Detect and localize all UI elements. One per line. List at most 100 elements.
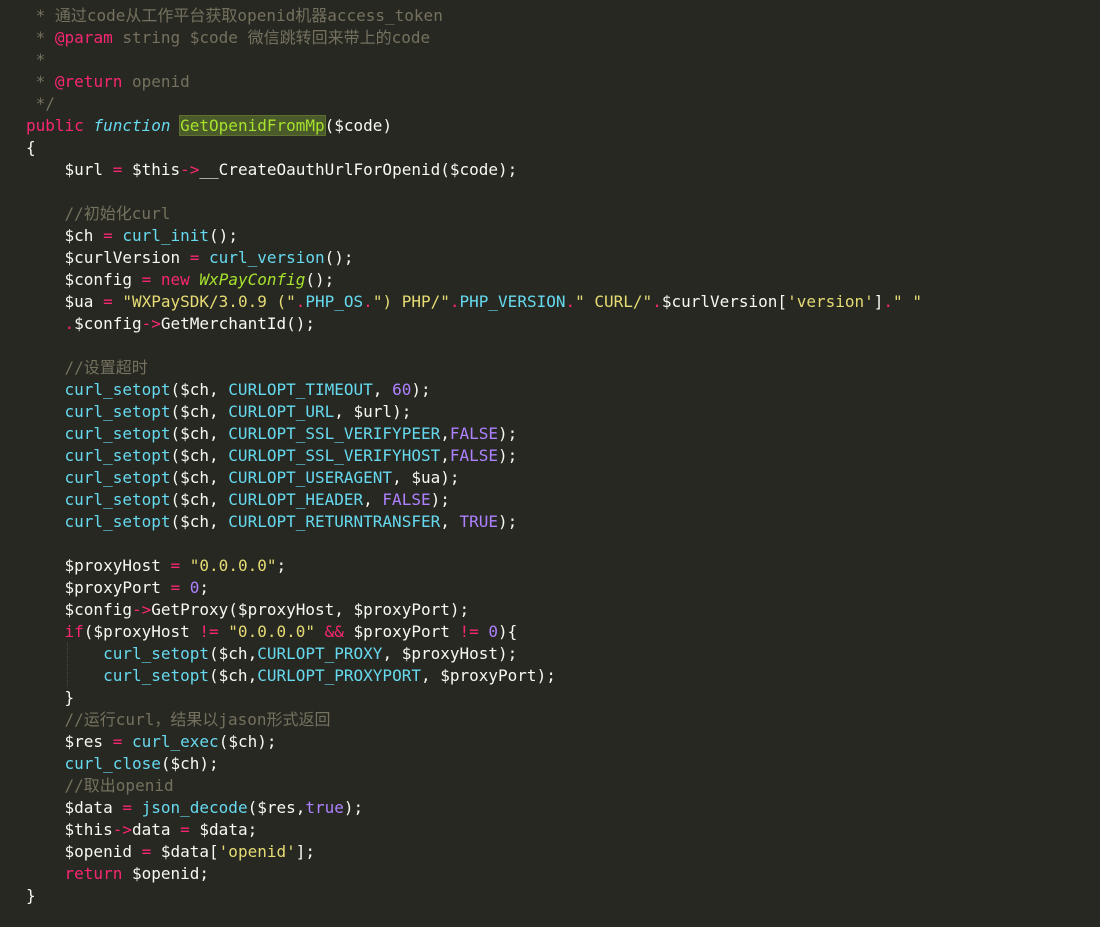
code-line[interactable]: //取出openid (26, 775, 1100, 797)
code-token: . (64, 314, 75, 333)
code-token: = (170, 578, 181, 597)
code-token: CURLOPT_PROXY (257, 644, 383, 663)
code-token: . (295, 292, 306, 311)
code-line[interactable]: } (26, 687, 1100, 709)
code-token: curl_close (64, 754, 161, 773)
code-token: , $url); (334, 402, 412, 421)
code-token: " " (893, 292, 922, 311)
code-line[interactable]: * 通过code从工作平台获取openid机器access_token (26, 5, 1100, 27)
code-token: 0 (189, 578, 200, 597)
code-line[interactable]: $curlVersion = curl_version(); (26, 247, 1100, 269)
code-line[interactable]: //运行curl，结果以jason形式返回 (26, 709, 1100, 731)
code-token: ){ (498, 622, 518, 641)
code-token: = (189, 248, 200, 267)
code-token: $ch (26, 226, 104, 245)
code-line[interactable]: * @param string $code 微信跳转回来带上的code (26, 27, 1100, 49)
code-token: ]; (295, 842, 315, 861)
code-editor[interactable]: * 通过code从工作平台获取openid机器access_token * @p… (0, 0, 1100, 927)
code-line[interactable]: $openid = $data['openid']; (26, 841, 1100, 863)
code-token: . (363, 292, 373, 311)
code-line[interactable] (26, 335, 1100, 357)
code-token: $res (26, 732, 113, 751)
code-token: ($code) (324, 116, 393, 135)
code-line[interactable]: .$config->GetMerchantId(); (26, 313, 1100, 335)
code-token: != (199, 622, 219, 641)
code-token: 60 (392, 380, 412, 399)
code-line[interactable]: * (26, 49, 1100, 71)
code-token: ($ch, (170, 490, 229, 509)
code-line[interactable]: curl_setopt($ch, CURLOPT_TIMEOUT, 60); (26, 379, 1100, 401)
code-line[interactable]: //设置超时 (26, 357, 1100, 379)
code-token: && (324, 622, 344, 641)
code-line[interactable]: if($proxyHost != "0.0.0.0" && $proxyPort… (26, 621, 1100, 643)
code-line[interactable]: curl_setopt($ch, CURLOPT_URL, $url); (26, 401, 1100, 423)
code-token: , $proxyPort); (420, 666, 556, 685)
code-token: ($ch, (209, 666, 258, 685)
code-line[interactable]: curl_setopt($ch,CURLOPT_PROXY, $proxyHos… (26, 643, 1100, 665)
code-token: ($ch, (170, 424, 229, 443)
code-line[interactable]: * @return openid (26, 71, 1100, 93)
code-token: json_decode (141, 798, 248, 817)
code-token: GetOpenidFromMp (179, 115, 326, 136)
code-line[interactable] (26, 533, 1100, 555)
code-token: (); (324, 248, 354, 267)
code-token: CURLOPT_URL (228, 402, 335, 421)
code-line[interactable]: curl_setopt($ch, CURLOPT_USERAGENT, $ua)… (26, 467, 1100, 489)
code-token: @return (54, 72, 123, 91)
code-token: PHP_OS (305, 292, 364, 311)
code-token: , $proxyHost); (382, 644, 518, 663)
code-token: ); (411, 380, 431, 399)
code-token: $openid; (122, 864, 210, 883)
code-token: ($ch, (170, 512, 229, 531)
code-token: ($ch, (170, 402, 229, 421)
code-line[interactable]: $res = curl_exec($ch); (26, 731, 1100, 753)
code-token: function (93, 116, 171, 135)
code-line[interactable]: curl_setopt($ch, CURLOPT_RETURNTRANSFER,… (26, 511, 1100, 533)
code-line[interactable]: return $openid; (26, 863, 1100, 885)
code-line[interactable]: $ua = "WXPaySDK/3.0.9 (".PHP_OS.") PHP/"… (26, 291, 1100, 313)
code-line[interactable]: public function GetOpenidFromMp($code) (26, 115, 1100, 137)
code-token: CURLOPT_HEADER (228, 490, 364, 509)
code-line[interactable]: $ch = curl_init(); (26, 225, 1100, 247)
code-line[interactable]: $this->data = $data; (26, 819, 1100, 841)
code-token: true (305, 798, 344, 817)
code-token: = (170, 556, 181, 575)
code-line[interactable]: $proxyPort = 0; (26, 577, 1100, 599)
code-token: * (26, 72, 55, 91)
code-line[interactable]: $data = json_decode($res,true); (26, 797, 1100, 819)
code-line[interactable]: $proxyHost = "0.0.0.0"; (26, 555, 1100, 577)
code-token: = (180, 820, 190, 839)
code-token: , (440, 424, 450, 443)
code-token: return (64, 864, 123, 883)
code-line[interactable]: curl_setopt($ch, CURLOPT_HEADER, FALSE); (26, 489, 1100, 511)
code-lines[interactable]: * 通过code从工作平台获取openid机器access_token * @p… (26, 5, 1100, 907)
code-line[interactable]: //初始化curl (26, 203, 1100, 225)
code-line[interactable] (26, 181, 1100, 203)
code-line[interactable]: curl_setopt($ch, CURLOPT_SSL_VERIFYPEER,… (26, 423, 1100, 445)
code-token: * 通过code从工作平台获取openid机器access_token (26, 6, 443, 25)
code-line[interactable]: { (26, 137, 1100, 159)
code-token: , (440, 446, 450, 465)
code-token: "0.0.0.0" (189, 556, 277, 575)
code-line[interactable]: $config->GetProxy($proxyHost, $proxyPort… (26, 599, 1100, 621)
code-token: CURLOPT_USERAGENT (228, 468, 393, 487)
code-token: $this (122, 160, 181, 179)
code-line[interactable]: curl_close($ch); (26, 753, 1100, 775)
code-token: ") PHP/" (372, 292, 450, 311)
code-line[interactable]: */ (26, 93, 1100, 115)
code-line[interactable]: $url = $this->__CreateOauthUrlForOpenid(… (26, 159, 1100, 181)
code-token: ($ch); (160, 754, 219, 773)
code-token: (); (209, 226, 238, 245)
code-token: TRUE (459, 512, 499, 531)
code-line[interactable]: $config = new WxPayConfig(); (26, 269, 1100, 291)
code-line[interactable]: curl_setopt($ch, CURLOPT_SSL_VERIFYHOST,… (26, 445, 1100, 467)
code-line[interactable]: } (26, 885, 1100, 907)
code-line[interactable]: curl_setopt($ch,CURLOPT_PROXYPORT, $prox… (26, 665, 1100, 687)
